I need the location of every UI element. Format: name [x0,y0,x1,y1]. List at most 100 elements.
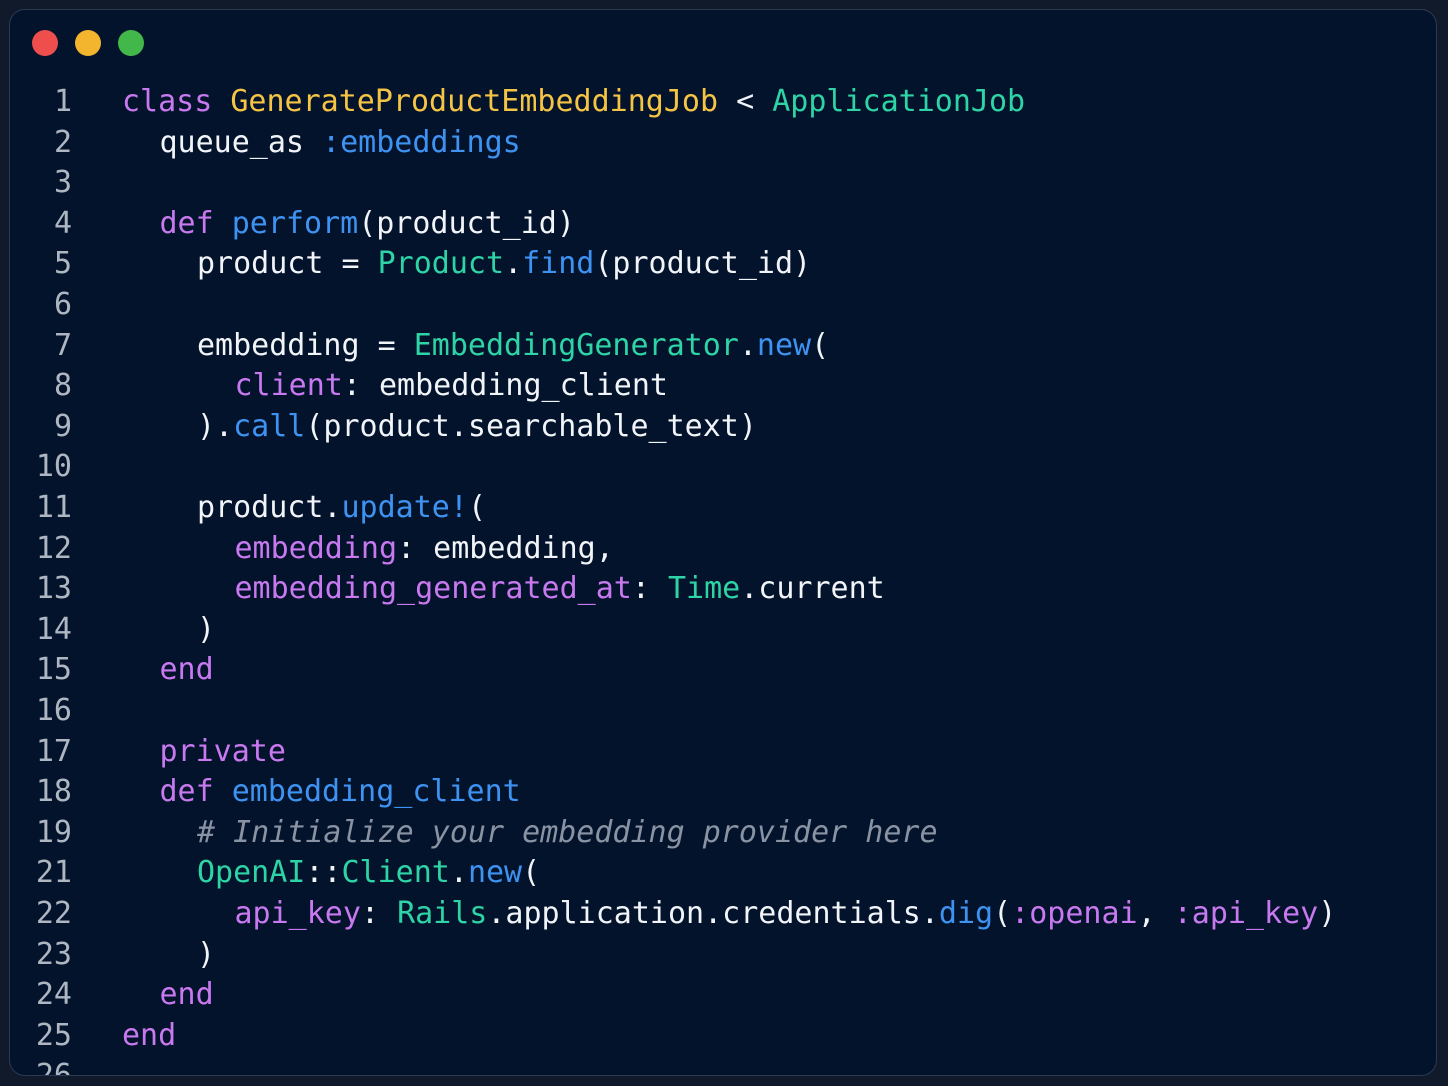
line-number: 2 [53,124,72,160]
code-token-constant: OpenAI [197,855,306,891]
code-token-plain: (product_id) [594,246,812,282]
code-line: 11 product.update!( [10,488,1436,528]
code-line: 25 end [10,1016,1436,1056]
code-line: 19 # Initialize your embedding provider h… [10,813,1436,853]
code-text: class GenerateProductEmbeddingJob < Appl… [122,82,1025,122]
code-text: def perform(product_id) [160,204,575,244]
code-token-comment: # Initialize your embedding provider her… [197,814,938,850]
code-text: api_key: Rails.application.credentials.d… [235,894,1337,934]
code-token-keyword: class [122,84,213,119]
code-line: 21 OpenAI::Client.new( [10,853,1436,893]
code-line: 18 def embedding_client [10,772,1436,812]
code-token-method: perform [231,205,359,241]
line-number: 11 [35,490,72,525]
code-text: embedding: embedding, [235,529,614,569]
code-token-key: api_key [234,896,361,931]
code-text: client: embedding_client [235,366,668,406]
code-token-constant: Product [377,246,505,282]
code-line: 12 embedding: embedding, [10,529,1436,569]
code-line: 4 def perform(product_id) [10,204,1436,244]
code-line: 22 api_key: Rails.application.credentials… [10,894,1436,934]
code-line: 16 [10,691,1436,731]
code-token-method: update! [341,490,468,525]
code-token-constant: Time [667,571,741,607]
line-number: 4 [53,205,72,241]
code-token-key: client [234,368,343,404]
code-token-constant: Client [341,855,450,891]
code-text: def embedding_client [160,772,521,812]
code-token-method: call [233,408,306,444]
code-line: 7 embedding = EmbeddingGenerator.new( [10,326,1436,366]
code-token-plain: ). [197,408,234,444]
code-token-method: new [756,327,812,363]
code-token-plain: (product_id) [358,205,575,241]
code-text: end [160,650,214,690]
code-token-plain: ) [197,611,216,647]
code-token-constant: ApplicationJob [772,84,1026,119]
code-token-plain: . [504,246,523,282]
code-token-plain: ) [197,936,216,972]
line-number: 9 [53,408,72,444]
code-token-key: embedding [234,530,398,566]
code-text: embedding_generated_at: Time.current [235,569,885,609]
code-token-constant: Rails [397,896,488,931]
code-line: 26 [10,1056,1436,1076]
code-line: 8 client: embedding_client [10,366,1436,406]
code-token-plain: ( [522,855,541,891]
code-line: 3 [10,163,1436,203]
code-token-keyword: end [159,977,214,1013]
code-token-keyword: end [159,652,214,688]
code-token-plain: : embedding, [397,530,614,566]
line-number: 26 [35,1058,72,1076]
minimize-window-dot-icon[interactable] [75,30,101,56]
code-token-plain: . [449,855,468,891]
line-number: 3 [53,165,72,201]
code-line: 2 queue_as :embeddings [10,123,1436,163]
line-number: 25 [35,1017,72,1053]
code-line: 13 embedding_generated_at: Time.current [10,569,1436,609]
zoom-window-dot-icon[interactable] [118,30,144,56]
code-token-plain: : [360,896,398,931]
close-window-dot-icon[interactable] [32,30,58,56]
code-token-plain: product. [197,490,342,525]
code-line: 1 class GenerateProductEmbeddingJob < App… [10,82,1436,122]
code-text: queue_as :embeddings [160,123,521,163]
code-text: private [160,732,286,772]
line-number: 10 [35,449,72,485]
code-token-plain: .application.credentials. [487,896,939,931]
code-token-key: :api_key [1173,896,1319,931]
code-token-plain: ) [1318,896,1337,931]
code-text: OpenAI::Client.new( [197,853,540,893]
code-token-plain: : embedding_client [342,368,668,404]
code-line: 9).call(product.searchable_text) [10,407,1436,447]
line-number: 21 [35,855,72,891]
line-number: 6 [53,287,72,322]
code-line: 23) [10,935,1436,975]
code-text: ).call(product.searchable_text) [197,407,757,447]
code-line: 17 private [10,732,1436,772]
code-text: end [160,975,214,1015]
code-token-symbol: :embeddings [322,124,521,160]
line-number: 16 [35,693,72,728]
code-token-plain: product = [197,246,378,282]
code-token-plain: ( [993,896,1012,931]
code-token-key: :openai [1011,896,1138,931]
code-token-constant: EmbeddingGenerator [413,327,739,363]
code-text: embedding = EmbeddingGenerator.new( [197,326,829,366]
code-token-method: embedding_client [231,774,521,810]
code-token-keyword: private [159,733,286,769]
code-token-plain: ( [467,490,486,525]
code-token-method: find [522,246,595,282]
code-token-plain: . [738,327,757,363]
code-line: 15 end [10,650,1436,690]
code-token-plain: (product.searchable_text) [305,408,757,444]
line-number: 24 [35,977,72,1013]
code-token-plain: , [1137,896,1174,931]
line-number: 8 [53,368,72,404]
line-number: 14 [35,611,72,647]
code-window: 1 class GenerateProductEmbeddingJob < App… [9,9,1437,1076]
code-token-keyword: def [159,205,214,241]
code-token-plain: ( [811,327,830,363]
